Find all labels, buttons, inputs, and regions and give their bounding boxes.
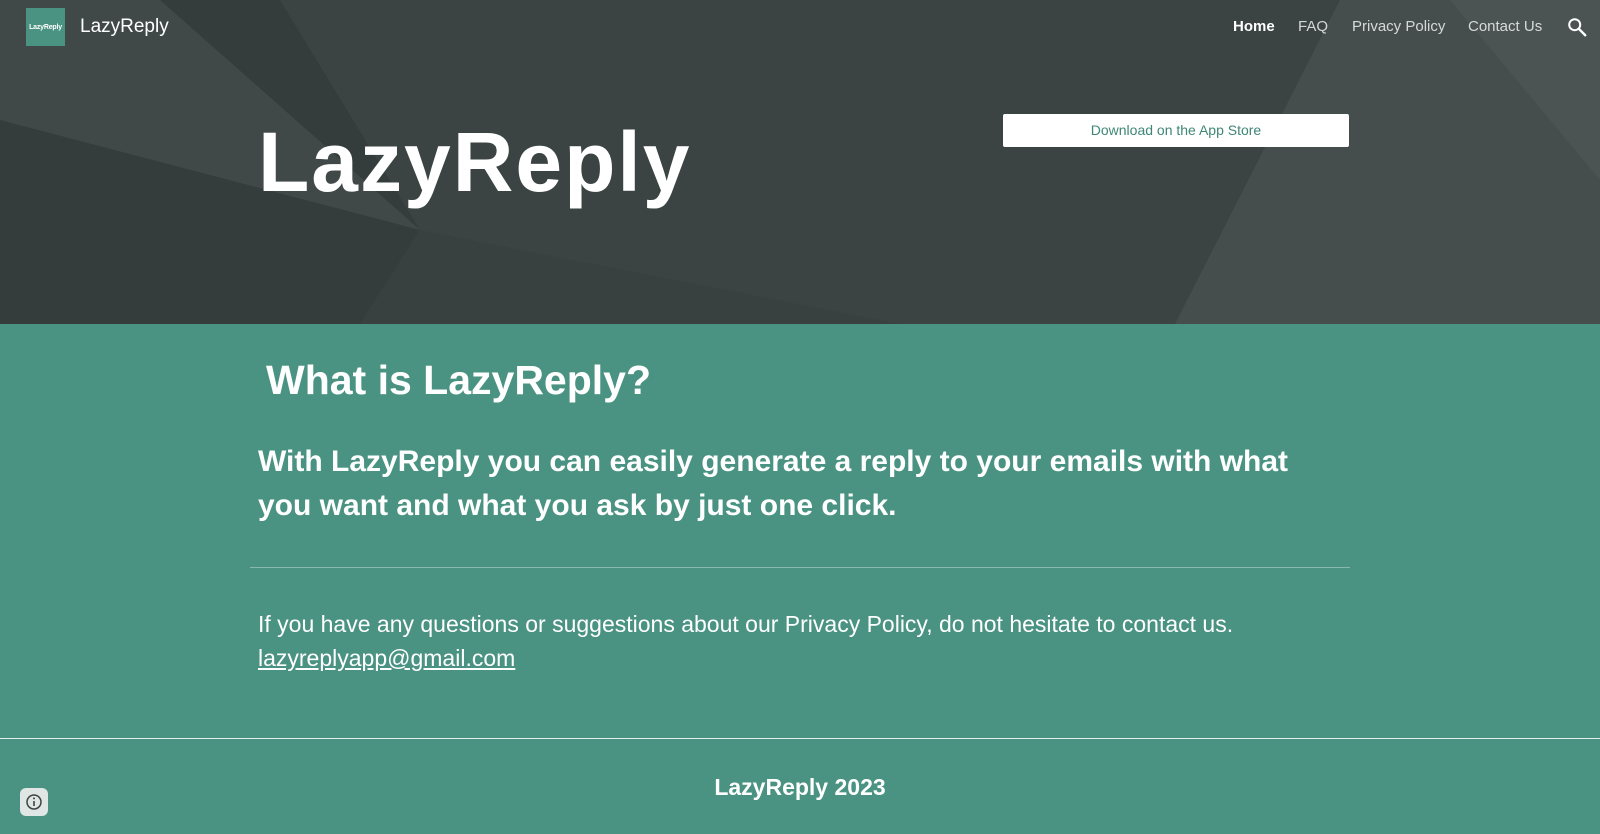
nav-contact-us[interactable]: Contact Us xyxy=(1468,17,1542,37)
site-name[interactable]: LazyReply xyxy=(80,14,169,40)
site-info-button[interactable] xyxy=(20,788,48,816)
lead-paragraph: With LazyReply you can easily generate a… xyxy=(258,445,1289,522)
footer-divider xyxy=(0,738,1600,739)
info-icon xyxy=(26,794,42,810)
section-divider xyxy=(250,567,1350,568)
section-heading: What is LazyReply? xyxy=(266,357,652,403)
top-navigation-bar: LazyReply LazyReply Home FAQ Privacy Pol… xyxy=(0,0,1600,54)
nav-privacy-policy[interactable]: Privacy Policy xyxy=(1352,17,1445,37)
hero-title: LazyReply xyxy=(258,115,692,209)
contact-paragraph: If you have any questions or suggestions… xyxy=(258,611,1234,637)
hero-banner: LazyReply LazyReply Home FAQ Privacy Pol… xyxy=(0,0,1600,324)
download-app-store-button[interactable]: Download on the App Store xyxy=(1003,114,1349,147)
search-icon[interactable] xyxy=(1566,16,1588,38)
footer-text: LazyReply 2023 xyxy=(714,774,886,800)
nav-faq[interactable]: FAQ xyxy=(1298,17,1328,37)
email-link[interactable]: lazyreplyapp@gmail.com xyxy=(258,641,515,675)
nav-home[interactable]: Home xyxy=(1233,17,1275,37)
site-logo[interactable]: LazyReply xyxy=(26,8,65,46)
